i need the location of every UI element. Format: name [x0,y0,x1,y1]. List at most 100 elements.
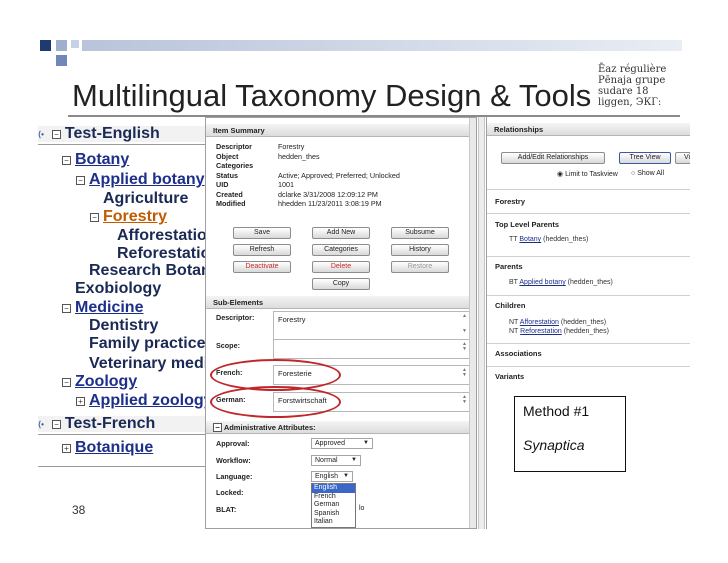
tree-item-label: Medicine [75,299,144,316]
radio-empty-icon: ○ [631,170,636,177]
collapse-icon[interactable]: − [90,212,99,222]
blat-label: BLAT: [216,505,237,514]
scroll-arrows-icon[interactable]: ▲ ▼ [461,342,468,352]
language-option[interactable]: German [312,501,355,510]
scroll-arrows-icon[interactable]: ▲ ▼ [461,314,468,334]
refresh-button[interactable]: Refresh [233,244,291,256]
child-item: NT Afforestation (hedden_thes) [509,319,606,326]
expand-icon[interactable]: + [62,443,71,453]
collapse-icon[interactable]: − [62,155,71,165]
divider [487,366,690,367]
scope-field[interactable]: ▲ ▼ [273,339,471,359]
expand-icon[interactable]: + [76,396,85,406]
language-select[interactable]: English ▼ [311,471,353,482]
categories-button[interactable]: Categories [312,244,370,256]
splitter-handle[interactable] [478,117,485,529]
show-all-radio[interactable]: ○ Show All [631,170,664,177]
save-button[interactable]: Save [233,227,291,239]
tree-item-label: Test-English [64,125,160,142]
tree-item[interactable]: − Medicine [62,299,144,316]
tree-item[interactable]: − Forestry [90,208,167,225]
tree-view-button[interactable]: Tree View [619,152,671,164]
stamp-line: Pēnaja grupe [598,75,666,86]
deactivate-button[interactable]: Deactivate [233,261,291,273]
rel-prefix: NT [509,319,519,326]
rel-link[interactable]: Botany [519,236,541,243]
subsume-button[interactable]: Subsume [391,227,449,239]
rel-link[interactable]: Applied botany [519,279,565,286]
add-new-button[interactable]: Add New [312,227,370,239]
tree-item[interactable]: Research Botany [89,262,220,279]
history-button[interactable]: History [391,244,449,256]
parent-item: BT Applied botany (hedden_thes) [509,279,613,286]
restore-button[interactable]: Restore [391,261,449,273]
tree-item[interactable]: Dentistry [89,317,158,334]
parents-label: Parents [495,262,523,271]
summary-field: Object hedden_thes [216,152,320,161]
language-dropdown-list[interactable]: English French German Spanish Italian [311,483,356,528]
descriptor-field[interactable]: Forestry ▲ ▼ [273,311,471,341]
panel-scrollbar[interactable] [469,118,476,528]
chevron-down-icon: ▼ [343,473,349,479]
rel-suffix: (hedden_thes) [563,328,609,335]
chevron-down-icon: ▼ [363,440,369,446]
copy-button[interactable]: Copy [312,278,370,290]
chevron-down-icon: ▼ [351,457,357,463]
collapse-icon[interactable]: − [213,423,222,432]
summary-value: hedden_thes [278,151,320,161]
tree-root-item[interactable]: ⟨• − Test-English [38,125,206,142]
language-option[interactable]: French [312,493,355,502]
collapse-icon[interactable]: − [51,419,61,429]
language-option[interactable]: Spanish [312,510,355,519]
associations-label: Associations [495,349,542,358]
workflow-label: Workflow: [216,456,251,465]
tree-item[interactable]: Afforestation [117,227,217,244]
tree-item[interactable]: + Botanique [62,439,153,456]
tree-item[interactable]: Family practice [89,335,206,352]
add-edit-relationships-button[interactable]: Add/Edit Relationships [501,152,605,164]
collapse-icon[interactable]: − [62,303,71,313]
rel-link[interactable]: Reforestation [520,328,562,335]
language-value: English [315,473,338,480]
tree-item-label: Test-French [64,415,156,432]
scroll-arrows-icon[interactable]: ▲ ▼ [461,395,468,405]
delete-button[interactable]: Delete [312,261,370,273]
term-heading: Forestry [495,197,526,206]
limit-taskview-radio[interactable]: ◉ Limit to Taskview [557,170,618,178]
detail-panel: Item Summary Descriptor Forestry Object hed… [205,117,477,529]
tree-item-label: Research Botany [89,262,220,279]
tree-divider [38,144,206,145]
tree-item[interactable]: − Botany [62,151,129,168]
callout-line1: Method #1 [523,403,590,419]
german-highlight-oval [210,386,341,418]
scroll-arrows-icon[interactable]: ▲ ▼ [461,368,468,378]
tree-item[interactable]: + Applied zoology [76,392,213,409]
tree-item-label: Afforestation [117,227,217,244]
top-level-parent-item: TT Botany (hedden_thes) [509,236,588,243]
tree-item[interactable]: − Zoology [62,373,137,390]
rel-prefix: TT [509,236,518,243]
approval-select[interactable]: Approved ▼ [311,438,373,449]
summary-field: Modified hhedden 11/23/2011 3:08:19 PM [216,199,382,208]
admin-header-label: Administrative Attributes: [223,423,316,432]
tree-root-item[interactable]: ⟨• − Test-French [38,415,206,432]
workflow-select[interactable]: Normal ▼ [311,455,361,466]
tree-item[interactable]: Agriculture [103,190,188,207]
language-option[interactable]: Italian [312,518,355,527]
tree-item[interactable]: − Applied botany [76,171,205,188]
language-option[interactable]: English [312,484,355,493]
collapse-icon[interactable]: − [76,175,85,185]
divider [487,295,690,296]
collapse-icon[interactable]: − [62,377,71,387]
approval-label: Approval: [216,439,250,448]
approval-value: Approved [315,440,345,447]
rel-link[interactable]: Afforestation [520,319,559,326]
top-level-parents-label: Top Level Parents [495,220,560,229]
tree-divider [38,434,206,435]
item-summary-header: Item Summary [206,124,476,137]
tree-item[interactable]: Exobiology [75,280,161,297]
admin-attributes-header: − Administrative Attributes: [206,421,476,434]
view-button[interactable]: Vi [675,152,690,164]
tree-item-label: Family practice [89,335,206,352]
collapse-icon[interactable]: − [51,129,61,139]
